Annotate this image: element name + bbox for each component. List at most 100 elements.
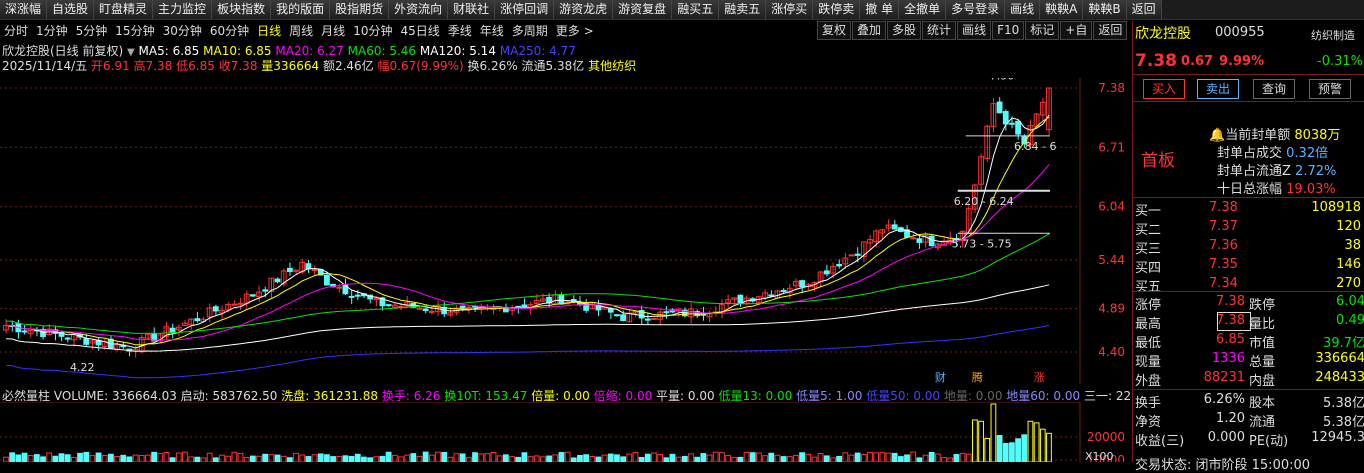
stat-value: 39.7亿 bbox=[1323, 336, 1364, 351]
toolbar-button[interactable]: 游资复盘 bbox=[613, 0, 673, 19]
period-tab[interactable]: 分时 bbox=[0, 22, 32, 39]
volume-bar bbox=[188, 456, 195, 462]
volume-bar bbox=[194, 456, 201, 462]
stat-label: 股本 bbox=[1249, 396, 1276, 411]
volume-bar bbox=[108, 453, 114, 462]
stat-label: 净资 bbox=[1135, 415, 1162, 430]
bid-price: 7.37 bbox=[1209, 219, 1238, 234]
volume-tick: 20000 bbox=[1087, 430, 1125, 444]
volume-bar bbox=[280, 455, 287, 462]
volume-bar bbox=[996, 434, 1003, 462]
toolbar-button[interactable]: 自选股 bbox=[47, 0, 95, 19]
volume-bar bbox=[786, 456, 793, 462]
volume-bar bbox=[756, 452, 762, 462]
sell-button[interactable]: 卖出 bbox=[1197, 79, 1239, 99]
period-tab[interactable]: 日线 bbox=[253, 22, 285, 39]
chart-tool-button[interactable]: 多股 bbox=[887, 21, 922, 40]
price-tick: 7.38 bbox=[1098, 81, 1125, 95]
query-button[interactable]: 查询 bbox=[1253, 79, 1295, 99]
alert-button[interactable]: 预警 bbox=[1309, 79, 1351, 99]
candle-body bbox=[620, 314, 627, 322]
volume-bar bbox=[182, 451, 188, 462]
toolbar-button[interactable]: 我的版面 bbox=[271, 0, 331, 19]
period-tab[interactable]: 多周期 bbox=[508, 22, 552, 39]
volume-bar bbox=[706, 454, 713, 462]
chart-tool-button[interactable]: 叠加 bbox=[852, 21, 887, 40]
volume-bar bbox=[46, 452, 53, 462]
period-tab[interactable]: 1分钟 bbox=[32, 22, 72, 39]
toolbar-button[interactable]: 股指期货 bbox=[330, 0, 390, 19]
volume-bar bbox=[780, 456, 787, 462]
candle-body bbox=[428, 310, 435, 313]
volume-bar bbox=[614, 454, 620, 462]
period-tab[interactable]: 15分钟 bbox=[111, 22, 158, 39]
chart-tool-button[interactable]: 复权 bbox=[817, 21, 852, 40]
volume-chart[interactable]: 2000010000X100 bbox=[0, 402, 1130, 462]
close-label: 收7.38 bbox=[218, 59, 258, 73]
stat-label: 最低 bbox=[1135, 336, 1162, 351]
period-tab[interactable]: 季线 bbox=[444, 22, 476, 39]
ma250-label: MA250: 4.77 bbox=[499, 44, 576, 58]
toolbar-button[interactable]: 主力监控 bbox=[153, 0, 213, 19]
candle-body bbox=[459, 305, 466, 309]
sector-button[interactable]: 纺织制造 bbox=[1311, 27, 1355, 43]
chart-tool-button[interactable]: 返回 bbox=[1093, 21, 1128, 40]
stat-label: 跌停 bbox=[1249, 298, 1276, 313]
volume-bar bbox=[1046, 432, 1052, 462]
kline-chart[interactable]: 7.38 6.71 6.04 5.44 4.89 4.40 6.84 - 6 6.20 - 6… bbox=[0, 78, 1130, 384]
event-mark[interactable]: 腾 bbox=[972, 370, 983, 384]
toolbar-button[interactable]: 融买五 bbox=[672, 0, 720, 19]
toolbar-button[interactable]: 融卖五 bbox=[719, 0, 767, 19]
chart-tool-button[interactable]: 标记 bbox=[1025, 21, 1060, 40]
toolbar-button[interactable]: 财联社 bbox=[448, 0, 496, 19]
period-tab[interactable]: 30分钟 bbox=[159, 22, 206, 39]
toolbar-button[interactable]: 涨停回调 bbox=[495, 0, 555, 19]
toolbar-button[interactable]: 深涨幅 bbox=[0, 0, 48, 19]
toolbar-button[interactable]: 画线 bbox=[1005, 0, 1041, 19]
toolbar-button[interactable]: 鞅鞅A bbox=[1040, 0, 1084, 19]
volume-bar bbox=[897, 456, 904, 462]
volume-bar bbox=[1027, 420, 1034, 462]
period-tab[interactable]: 60分钟 bbox=[206, 22, 253, 39]
period-tab[interactable]: 5分钟 bbox=[72, 22, 112, 39]
toolbar-button[interactable]: 盯盘精灵 bbox=[94, 0, 154, 19]
toolbar-button[interactable]: 游资龙虎 bbox=[554, 0, 614, 19]
event-mark[interactable]: 涨 bbox=[1034, 371, 1045, 384]
period-tab[interactable]: 月线 bbox=[317, 22, 349, 39]
toolbar-button[interactable]: 返回 bbox=[1126, 0, 1162, 19]
volume-bar bbox=[564, 451, 571, 462]
volume-bar bbox=[398, 456, 404, 462]
candle-body bbox=[21, 330, 28, 333]
stat-label: 涨停 bbox=[1135, 298, 1162, 313]
bid-row: 买三 7.36 38 bbox=[1133, 238, 1364, 257]
toolbar-button[interactable]: 板块指数 bbox=[212, 0, 272, 19]
chart-tool-button[interactable]: 统计 bbox=[922, 21, 957, 40]
buy-button[interactable]: 买入 bbox=[1143, 79, 1185, 99]
toolbar-button[interactable]: 多号登录 bbox=[946, 0, 1006, 19]
period-tab[interactable]: 更多 > bbox=[552, 22, 598, 39]
toolbar-button[interactable]: 鞅鞅B bbox=[1083, 0, 1127, 19]
toolbar-button[interactable]: 涨停买 bbox=[766, 0, 814, 19]
toolbar-button[interactable]: 全撤单 bbox=[899, 0, 947, 19]
chart-tool-button[interactable]: 画线 bbox=[957, 21, 992, 40]
candle-body bbox=[910, 237, 917, 240]
event-mark[interactable]: 财 bbox=[935, 370, 946, 384]
volume-bar bbox=[77, 452, 83, 462]
chart-tool-button[interactable]: +自 bbox=[1060, 21, 1093, 40]
toolbar-button[interactable]: 跌停卖 bbox=[813, 0, 861, 19]
period-tab[interactable]: 10分钟 bbox=[349, 22, 396, 39]
stat-label: 外盘 bbox=[1135, 374, 1162, 389]
volume-bar bbox=[644, 453, 651, 462]
stat-value: 5.38亿 bbox=[1323, 415, 1364, 430]
period-tab[interactable]: 年线 bbox=[476, 22, 508, 39]
toolbar-button[interactable]: 外资流向 bbox=[389, 0, 449, 19]
seal-ratio-label: 封单占成交 bbox=[1217, 146, 1283, 161]
toolbar-button[interactable]: 撤 单 bbox=[860, 0, 900, 19]
ten-day-label: 十日总涨幅 bbox=[1217, 182, 1283, 197]
chart-tool-button[interactable]: F10 bbox=[992, 21, 1025, 40]
period-tab[interactable]: 45日线 bbox=[396, 22, 443, 39]
volume-bar bbox=[354, 453, 361, 462]
price-tick: 5.44 bbox=[1098, 253, 1125, 267]
period-tab[interactable]: 周线 bbox=[285, 22, 317, 39]
volume-bar bbox=[558, 452, 565, 462]
